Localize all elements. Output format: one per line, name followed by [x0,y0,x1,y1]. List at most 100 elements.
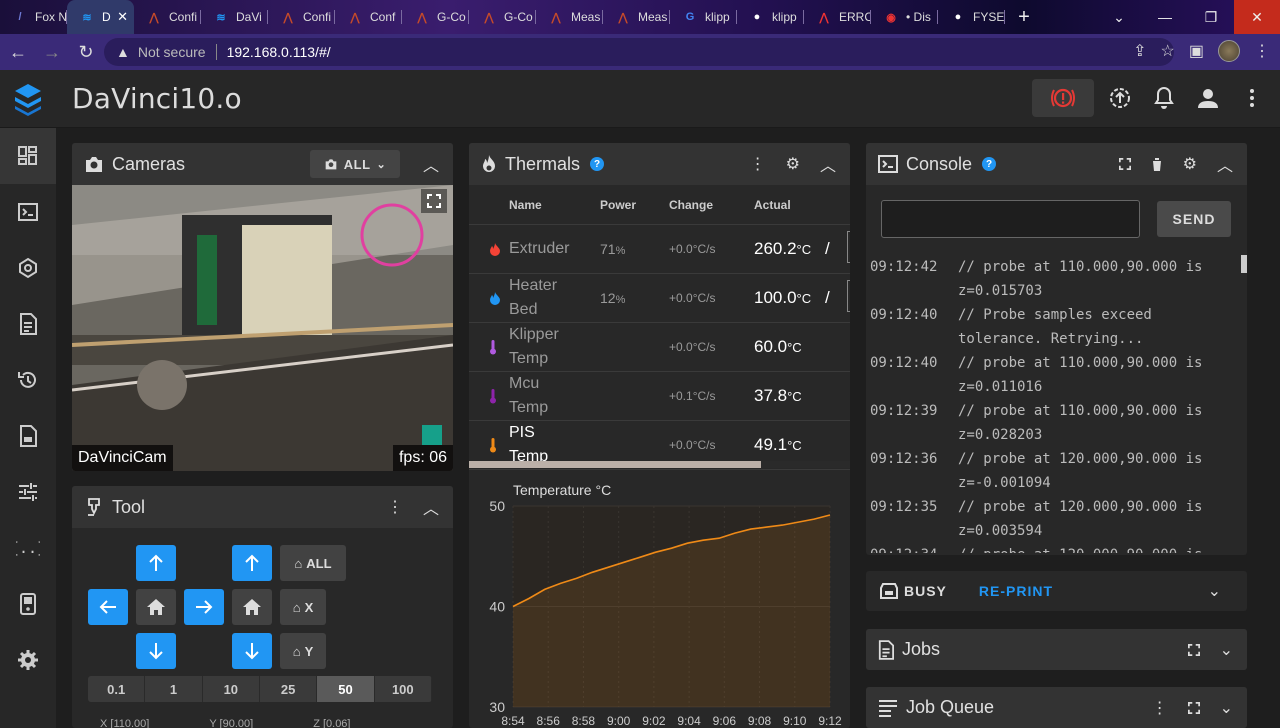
gear-icon[interactable]: ⚙ [786,154,800,174]
reprint-button[interactable]: RE-PRINT [979,583,1053,599]
account-button[interactable] [1190,80,1226,116]
forward-button[interactable]: → [36,36,68,68]
home-xy-button[interactable] [136,589,176,625]
chevron-down-icon[interactable]: ⌄ [1208,581,1221,601]
target-input[interactable] [847,231,850,263]
reload-button[interactable]: ↻ [70,36,102,68]
sidebar-item-tune[interactable] [0,464,56,520]
console-scrollbar[interactable] [1241,255,1247,273]
more-vert-icon[interactable]: ⋮ [387,497,403,517]
send-button[interactable]: SEND [1157,201,1231,237]
sidebar-item-timelapse[interactable] [0,408,56,464]
camera-select[interactable]: ALL ⌄ [310,150,400,178]
fullscreen-icon[interactable] [1187,702,1200,714]
close-window-button[interactable]: ✕ [1234,0,1280,34]
trash-icon[interactable] [1151,157,1163,172]
step-option[interactable]: 10 [203,676,260,702]
browser-tab[interactable]: ● FYSE [938,0,1005,34]
url-text[interactable]: 192.168.0.113/#/ [227,44,331,60]
sidebar-item-history[interactable] [0,352,56,408]
sidepanel-icon[interactable]: ▣ [1189,41,1204,61]
fullscreen-icon[interactable] [1187,644,1200,656]
minimize-button[interactable]: — [1142,0,1188,34]
browser-tab[interactable]: ⋀ G-Co [469,0,536,34]
table-row[interactable]: Mcu Temp +0.1°C/s 37.8°C [469,372,850,421]
sidebar-item-machine[interactable] [0,576,56,632]
sidebar-item-heightmap[interactable] [0,240,56,296]
step-option-selected[interactable]: 50 [317,676,375,702]
home-x-button[interactable]: ⌂ X [280,589,326,625]
table-row[interactable]: Klipper Temp +0.0°C/s 60.0°C [469,323,850,372]
chevron-up-icon[interactable]: ︿ [423,152,439,176]
chevron-down-icon[interactable]: ⌄ [1220,640,1233,660]
chevron-up-icon[interactable]: ︿ [820,152,836,176]
profile-avatar[interactable] [1218,40,1240,62]
more-vert-icon[interactable]: ⋮ [1152,698,1168,718]
jog-y-minus-button[interactable] [136,633,176,669]
tab-search-button[interactable]: ⌄ [1096,0,1142,34]
fullscreen-icon[interactable] [1118,158,1131,170]
browser-tab[interactable]: ⋀ Meas [603,0,670,34]
restore-button[interactable]: ❐ [1188,0,1234,34]
jog-z-minus-button[interactable] [232,633,272,669]
new-tab-button[interactable]: + [1009,2,1039,32]
browser-tab[interactable]: ● klipp [737,0,804,34]
jog-x-minus-button[interactable] [88,589,128,625]
table-row[interactable]: Heater Bed 12% +0.0°C/s 100.0°C / [469,274,850,323]
sidebar-item-config[interactable]: {..} [0,520,56,576]
col-change-header[interactable]: Change [669,198,713,212]
gear-icon[interactable]: ⚙ [1183,154,1197,174]
notifications-button[interactable] [1146,80,1182,116]
bookmark-star-icon[interactable]: ☆ [1161,41,1175,61]
chevron-up-icon[interactable]: ︿ [1217,152,1233,176]
home-z-button[interactable] [232,589,272,625]
sidebar-item-settings[interactable] [0,632,56,688]
step-option[interactable]: 1 [145,676,203,702]
back-button[interactable]: ← [2,36,34,68]
sensor-name[interactable]: Heater Bed [509,274,589,322]
jog-z-plus-button[interactable] [232,545,272,581]
sensor-name[interactable]: Mcu Temp [509,372,589,420]
browser-tab[interactable]: / Fox N [0,0,67,34]
fullscreen-button[interactable] [421,189,447,213]
scrollbar-thumb[interactable] [469,461,761,468]
more-vert-icon[interactable]: ⋮ [750,154,766,174]
not-secure-label[interactable]: Not secure [138,44,206,60]
upload-print-button[interactable] [1102,80,1138,116]
console-command-input[interactable] [881,200,1140,238]
browser-menu-icon[interactable]: ⋮ [1254,41,1270,61]
chevron-up-icon[interactable]: ︿ [423,495,439,519]
home-all-button[interactable]: ⌂ ALL [280,545,346,581]
sidebar-item-dashboard[interactable] [0,128,56,184]
omnibox[interactable]: ▲ Not secure 192.168.0.113/#/ [104,38,1174,66]
browser-tab[interactable]: ⋀ Confi [134,0,201,34]
share-icon[interactable]: ⇪ [1133,41,1146,61]
jog-y-plus-button[interactable] [136,545,176,581]
chevron-down-icon[interactable]: ⌄ [1220,698,1233,718]
step-option[interactable]: 100 [375,676,432,702]
browser-tab[interactable]: ⋀ G-Co [402,0,469,34]
mainsail-logo[interactable] [0,70,56,128]
browser-tab[interactable]: ⋀ ERRC [804,0,871,34]
col-actual-header[interactable]: Actual [754,198,791,212]
col-power-header[interactable]: Power [600,198,636,212]
warning-icon[interactable]: ▲ [116,44,130,60]
emergency-stop-button[interactable] [1032,79,1094,117]
jog-x-plus-button[interactable] [184,589,224,625]
sensor-name[interactable]: Extruder [509,237,589,261]
col-name-header[interactable]: Name [509,198,542,212]
browser-tab[interactable]: Gklipp [670,0,737,34]
table-row[interactable]: Extruder 71% +0.0°C/s 260.2°C / [469,225,850,274]
close-icon[interactable]: ✕ [117,9,128,25]
browser-tab[interactable]: ◉ • Dis [871,0,938,34]
sensor-name[interactable]: Klipper Temp [509,323,589,371]
browser-tab[interactable]: ⋀ Conf [335,0,402,34]
sidebar-item-console[interactable] [0,184,56,240]
home-y-button[interactable]: ⌂ Y [280,633,326,669]
table-scrollbar[interactable] [469,461,850,468]
help-icon[interactable]: ? [590,157,605,171]
step-option[interactable]: 0.1 [88,676,146,702]
browser-tab[interactable]: ≋ DaVi [201,0,268,34]
browser-tab[interactable]: ≋ D ✕ [67,0,134,34]
help-icon[interactable]: ? [982,157,997,171]
